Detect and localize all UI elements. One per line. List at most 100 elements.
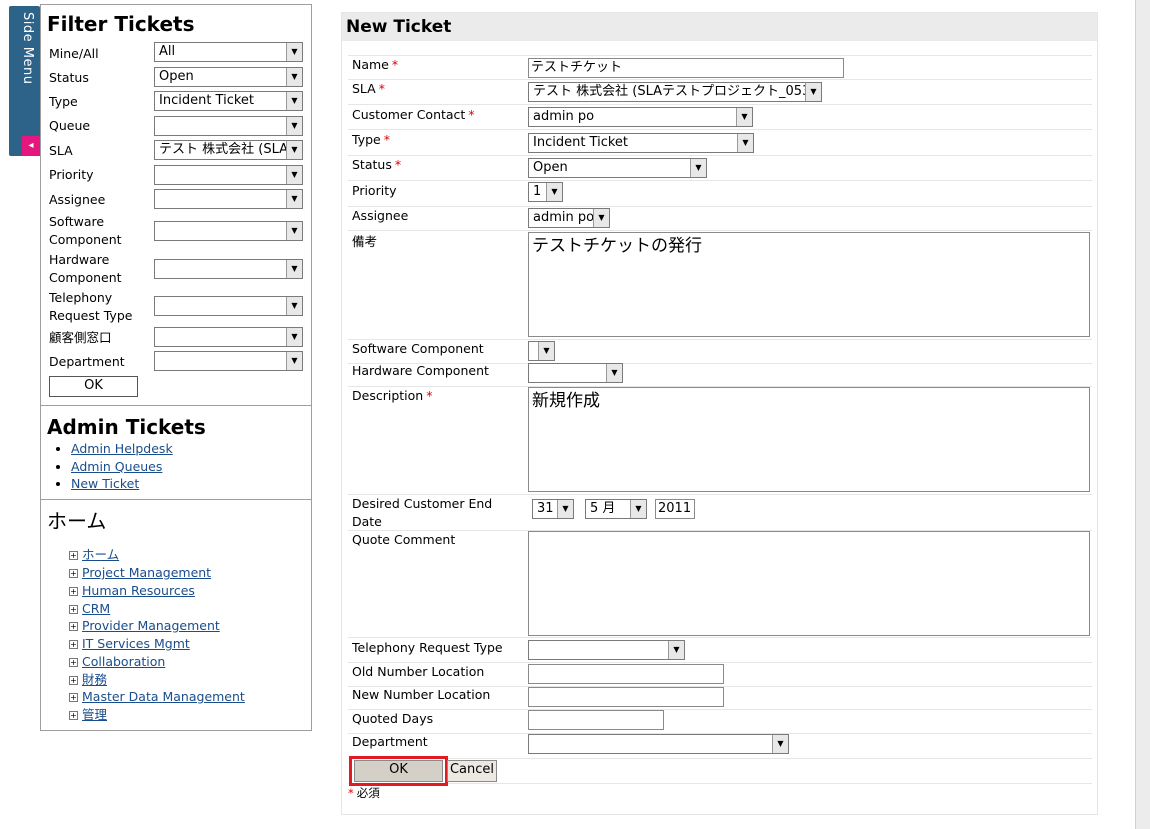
chevron-down-icon: ▼ xyxy=(593,209,609,227)
tree-item: + Master Data Management xyxy=(69,689,245,705)
expand-plus-icon[interactable]: + xyxy=(69,640,78,649)
row-divider xyxy=(348,230,1092,231)
row-divider xyxy=(348,129,1092,130)
tree-link-master-data-management[interactable]: Master Data Management xyxy=(82,689,245,704)
row-divider xyxy=(348,206,1092,207)
expand-plus-icon[interactable]: + xyxy=(69,693,78,702)
filter-priority-select[interactable]: ▼ xyxy=(154,165,303,185)
filter-label-mine-all: Mine/All xyxy=(49,46,99,61)
tree-link-collaboration[interactable]: Collaboration xyxy=(82,654,165,669)
tree-item: + ホーム xyxy=(69,547,119,563)
expand-plus-icon[interactable]: + xyxy=(69,587,78,596)
filter-mine-all-select[interactable]: All ▼ xyxy=(154,42,303,62)
expand-plus-icon[interactable]: + xyxy=(69,551,78,560)
side-menu-toggle-icon[interactable]: ◂ xyxy=(22,136,40,156)
telephony-request-type-select[interactable]: ▼ xyxy=(528,640,685,660)
tree-link-crm[interactable]: CRM xyxy=(82,601,110,616)
name-input[interactable]: テストチケット xyxy=(528,58,844,78)
end-date-month-select[interactable]: 5 月 ▼ xyxy=(585,499,647,519)
old-number-location-input[interactable] xyxy=(528,664,724,684)
quote-comment-textarea[interactable] xyxy=(528,531,1090,636)
filter-hardware-component-select[interactable]: ▼ xyxy=(154,259,303,279)
chevron-down-icon: ▼ xyxy=(286,166,302,184)
chevron-down-icon: ▼ xyxy=(286,68,302,86)
filter-label-assignee: Assignee xyxy=(49,192,106,207)
filter-tickets-title: Filter Tickets xyxy=(47,12,195,36)
tree-item: + 財務 xyxy=(69,672,107,688)
list-item: Admin Helpdesk xyxy=(71,440,311,458)
tree-link-home[interactable]: ホーム xyxy=(82,547,119,562)
chevron-down-icon: ▼ xyxy=(805,83,821,101)
expand-plus-icon[interactable]: + xyxy=(69,605,78,614)
expand-plus-icon[interactable]: + xyxy=(69,711,78,720)
home-tree-section: ホーム + ホーム + Project Management + Human Reso… xyxy=(41,500,311,728)
row-divider xyxy=(348,637,1092,638)
filter-status-select[interactable]: Open ▼ xyxy=(154,67,303,87)
side-menu-tab[interactable]: Side Menu ◂ xyxy=(9,6,40,156)
admin-tickets-title: Admin Tickets xyxy=(47,415,206,439)
end-date-day-select[interactable]: 31 ▼ xyxy=(532,499,574,519)
chevron-down-icon: ▼ xyxy=(736,108,752,126)
chevron-down-icon: ▼ xyxy=(286,260,302,278)
filter-customer-contact-select[interactable]: ▼ xyxy=(154,327,303,347)
priority-select[interactable]: 1 ▼ xyxy=(528,182,563,202)
priority-label: Priority xyxy=(352,183,397,198)
row-divider xyxy=(348,758,1092,759)
cancel-button[interactable]: Cancel xyxy=(447,760,497,782)
department-label: Department xyxy=(352,734,428,749)
filter-type-select[interactable]: Incident Ticket ▼ xyxy=(154,91,303,111)
tree-link-project-management[interactable]: Project Management xyxy=(82,565,211,580)
software-component-select[interactable]: ▼ xyxy=(528,341,555,361)
tree-link-it-services-mgmt[interactable]: IT Services Mgmt xyxy=(82,636,190,651)
admin-helpdesk-link[interactable]: Admin Helpdesk xyxy=(71,441,173,456)
filter-software-component-select[interactable]: ▼ xyxy=(154,221,303,241)
home-title: ホーム xyxy=(47,509,107,533)
assignee-select[interactable]: admin po ▼ xyxy=(528,208,610,228)
new-ticket-link[interactable]: New Ticket xyxy=(71,476,139,491)
chevron-down-icon: ▼ xyxy=(286,117,302,135)
expand-plus-icon[interactable]: + xyxy=(69,658,78,667)
quoted-days-input[interactable] xyxy=(528,710,664,730)
end-date-year-input[interactable]: 2011 xyxy=(655,499,695,519)
tree-item: + CRM xyxy=(69,601,110,617)
quote-comment-label: Quote Comment xyxy=(352,532,456,547)
status-select[interactable]: Open ▼ xyxy=(528,158,707,178)
expand-plus-icon[interactable]: + xyxy=(69,622,78,631)
telephony-request-type-label: Telephony Request Type xyxy=(352,640,503,655)
note-label: 備考 xyxy=(352,234,378,249)
note-textarea[interactable]: テストチケットの発行 xyxy=(528,232,1090,337)
tree-link-finance[interactable]: 財務 xyxy=(82,672,107,687)
tree-link-admin[interactable]: 管理 xyxy=(82,707,107,722)
filter-label-software-component: Software Component xyxy=(49,214,122,247)
row-divider xyxy=(348,55,1092,56)
admin-queues-link[interactable]: Admin Queues xyxy=(71,459,162,474)
sla-select[interactable]: テスト 株式会社 (SLAテストプロジェクト_0530) ▼ xyxy=(528,82,822,102)
expand-plus-icon[interactable]: + xyxy=(69,676,78,685)
ok-button[interactable]: OK xyxy=(354,760,443,782)
required-note: * 必須 xyxy=(348,786,380,800)
filter-queue-select[interactable]: ▼ xyxy=(154,116,303,136)
description-textarea[interactable]: 新規作成 xyxy=(528,387,1090,492)
filter-sla-select[interactable]: テスト 株式会社 (SLA ▼ xyxy=(154,140,303,160)
tree-link-provider-management[interactable]: Provider Management xyxy=(82,618,220,633)
filter-ok-button[interactable]: OK xyxy=(49,376,138,397)
chevron-down-icon: ▼ xyxy=(286,141,302,159)
expand-plus-icon[interactable]: + xyxy=(69,569,78,578)
type-select[interactable]: Incident Ticket ▼ xyxy=(528,133,754,153)
page-scrollbar[interactable] xyxy=(1135,0,1150,829)
admin-links: Admin Helpdesk Admin Queues New Ticket xyxy=(41,440,311,493)
type-label: Type * xyxy=(352,132,390,147)
filter-tickets-section: Filter Tickets Mine/All All ▼ Status Open… xyxy=(41,5,311,406)
filter-telephony-select[interactable]: ▼ xyxy=(154,296,303,316)
tree-link-human-resources[interactable]: Human Resources xyxy=(82,583,195,598)
department-select[interactable]: ▼ xyxy=(528,734,789,754)
customer-contact-select[interactable]: admin po ▼ xyxy=(528,107,753,127)
filter-label-type: Type xyxy=(49,94,78,109)
list-item: Admin Queues xyxy=(71,458,311,476)
new-number-location-input[interactable] xyxy=(528,687,724,707)
filter-assignee-select[interactable]: ▼ xyxy=(154,189,303,209)
hardware-component-select[interactable]: ▼ xyxy=(528,363,623,383)
chevron-down-icon: ▼ xyxy=(286,328,302,346)
filter-department-select[interactable]: ▼ xyxy=(154,351,303,371)
hardware-component-label: Hardware Component xyxy=(352,363,489,378)
